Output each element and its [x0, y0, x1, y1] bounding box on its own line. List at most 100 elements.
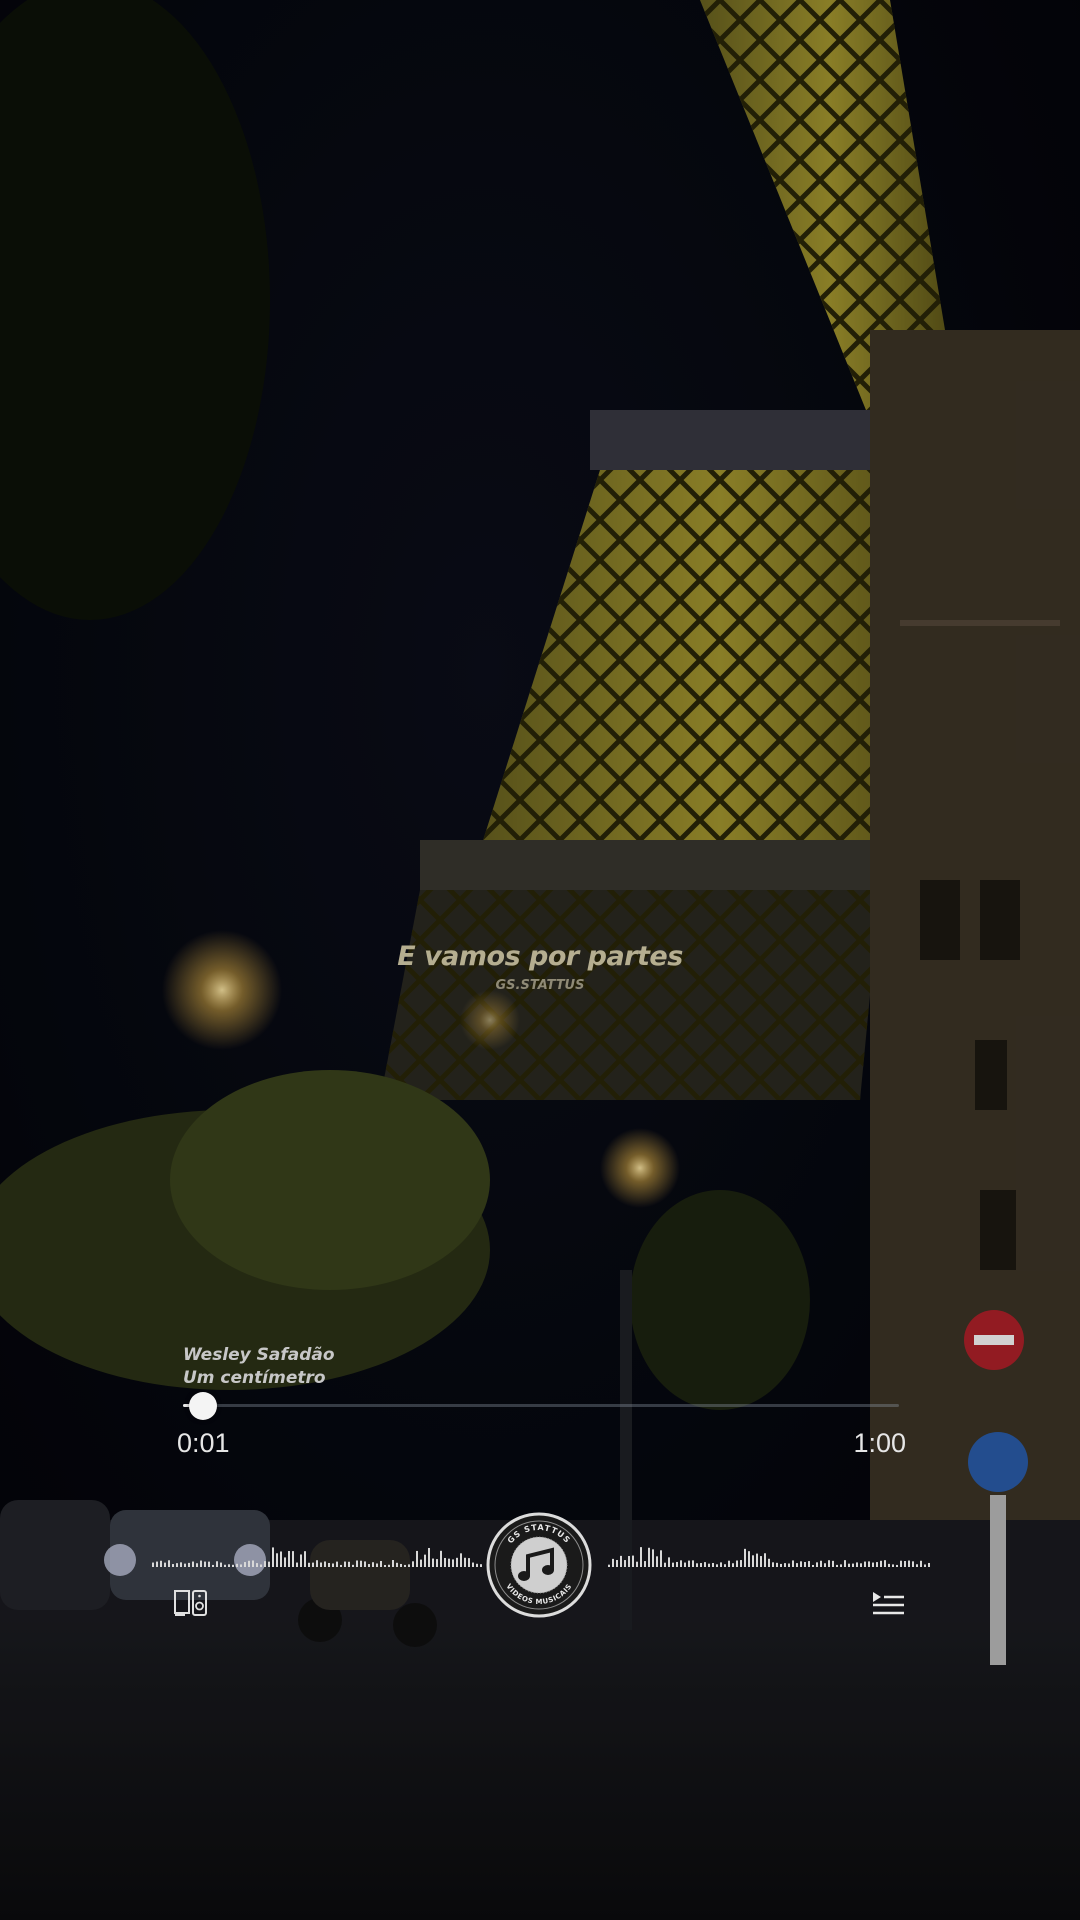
- waveform-bar: [240, 1564, 242, 1567]
- waveform-bar: [300, 1554, 302, 1567]
- waveform-bar: [352, 1564, 354, 1567]
- waveform-bar: [408, 1564, 410, 1567]
- waveform-bar: [468, 1558, 470, 1567]
- waveform-bar: [920, 1560, 922, 1567]
- waveform-bar: [612, 1558, 614, 1567]
- waveform-bar: [456, 1557, 458, 1567]
- waveform-bar: [464, 1557, 466, 1567]
- waveform-bar: [412, 1561, 414, 1567]
- waveform-bar: [168, 1560, 170, 1567]
- waveform-bar: [420, 1559, 422, 1567]
- waveform-bar: [820, 1560, 822, 1567]
- waveform-bar: [896, 1564, 898, 1567]
- waveform-bar: [320, 1562, 322, 1567]
- waveform-bar: [208, 1561, 210, 1567]
- waveform-bar: [812, 1564, 814, 1567]
- waveform-bar: [880, 1560, 882, 1567]
- waveform-bar: [668, 1557, 670, 1567]
- waveform-bar: [784, 1563, 786, 1567]
- waveform-bar: [864, 1561, 866, 1567]
- waveform-bar: [436, 1559, 438, 1567]
- waveform-bar: [344, 1561, 346, 1567]
- waveform-bar: [160, 1560, 162, 1567]
- current-time: 0:01: [177, 1428, 230, 1458]
- waveform-bar: [432, 1558, 434, 1567]
- waveform-bar: [840, 1564, 842, 1567]
- waveform-bar: [884, 1560, 886, 1567]
- waveform-bar: [380, 1560, 382, 1567]
- waveform-bar: [924, 1564, 926, 1567]
- waveform-bar: [856, 1562, 858, 1567]
- progress-bar[interactable]: [183, 1404, 899, 1407]
- queue-list-icon[interactable]: [870, 1588, 906, 1618]
- waveform-bar: [752, 1555, 754, 1567]
- waveform-bar: [256, 1563, 258, 1567]
- waveform-bar: [836, 1564, 838, 1567]
- waveform-bar: [336, 1561, 338, 1567]
- waveform-bar: [832, 1560, 834, 1567]
- waveform-bar: [180, 1562, 182, 1567]
- waveform-bar: [384, 1564, 386, 1567]
- waveform-bar: [416, 1550, 418, 1567]
- waveform-bar: [904, 1560, 906, 1567]
- device-speaker-icon[interactable]: [173, 1588, 209, 1618]
- waveform-bar: [192, 1561, 194, 1567]
- waveform-bar: [912, 1561, 914, 1567]
- waveform-bar: [188, 1562, 190, 1567]
- waveform-bar: [800, 1561, 802, 1567]
- waveform-bar: [608, 1564, 610, 1567]
- waveform-bar: [876, 1562, 878, 1567]
- waveform-bar: [652, 1549, 654, 1567]
- waveform-bar: [372, 1562, 374, 1567]
- waveform-bar: [360, 1560, 362, 1567]
- waveform-bar: [808, 1561, 810, 1567]
- waveform-bar: [916, 1564, 918, 1567]
- progress-thumb[interactable]: [189, 1392, 218, 1420]
- waveform-bar: [404, 1564, 406, 1567]
- waveform-bar: [316, 1560, 318, 1567]
- waveform-bar: [200, 1560, 202, 1567]
- waveform-bar: [228, 1564, 230, 1567]
- waveform-bar: [772, 1562, 774, 1567]
- waveform-bar: [184, 1563, 186, 1567]
- waveform-bar: [356, 1560, 358, 1567]
- song-title: Um centímetro: [183, 1368, 326, 1388]
- waveform-bar: [288, 1550, 290, 1567]
- waveform-bar: [704, 1562, 706, 1567]
- waveform-bar: [644, 1561, 646, 1567]
- waveform-bar: [716, 1564, 718, 1567]
- waveform-bar: [740, 1560, 742, 1567]
- waveform-bar: [236, 1563, 238, 1567]
- waveform-bar: [788, 1563, 790, 1567]
- waveform-bar: [308, 1562, 310, 1567]
- waveform-bar: [928, 1562, 930, 1567]
- waveform-bar: [204, 1561, 206, 1567]
- waveform-bar: [280, 1551, 282, 1567]
- waveform-bar: [656, 1556, 658, 1567]
- waveform-bar: [444, 1557, 446, 1567]
- waveform-bar: [348, 1561, 350, 1567]
- waveform-bar: [452, 1559, 454, 1567]
- waveform-bar: [860, 1563, 862, 1567]
- waveform-bar: [396, 1562, 398, 1567]
- waveform-bar: [724, 1564, 726, 1567]
- waveform-bar: [388, 1564, 390, 1567]
- waveform-bar: [212, 1564, 214, 1567]
- waveform-bar: [428, 1547, 430, 1567]
- waveform-bar: [628, 1556, 630, 1567]
- waveform-bar: [892, 1564, 894, 1567]
- waveform-bar: [852, 1563, 854, 1567]
- waveform-bar: [460, 1553, 462, 1567]
- waveform-bar: [672, 1562, 674, 1567]
- waveform-bar: [340, 1564, 342, 1567]
- waveform-bar: [748, 1551, 750, 1567]
- waveform-bar: [196, 1563, 198, 1567]
- waveform-bar: [368, 1564, 370, 1567]
- waveform-bar: [760, 1556, 762, 1567]
- waveform-bar: [216, 1561, 218, 1567]
- waveform-bar: [284, 1557, 286, 1567]
- waveform-bar: [648, 1547, 650, 1567]
- total-time: 1:00: [853, 1428, 906, 1458]
- waveform-bar: [624, 1560, 626, 1567]
- waveform-bar: [688, 1560, 690, 1567]
